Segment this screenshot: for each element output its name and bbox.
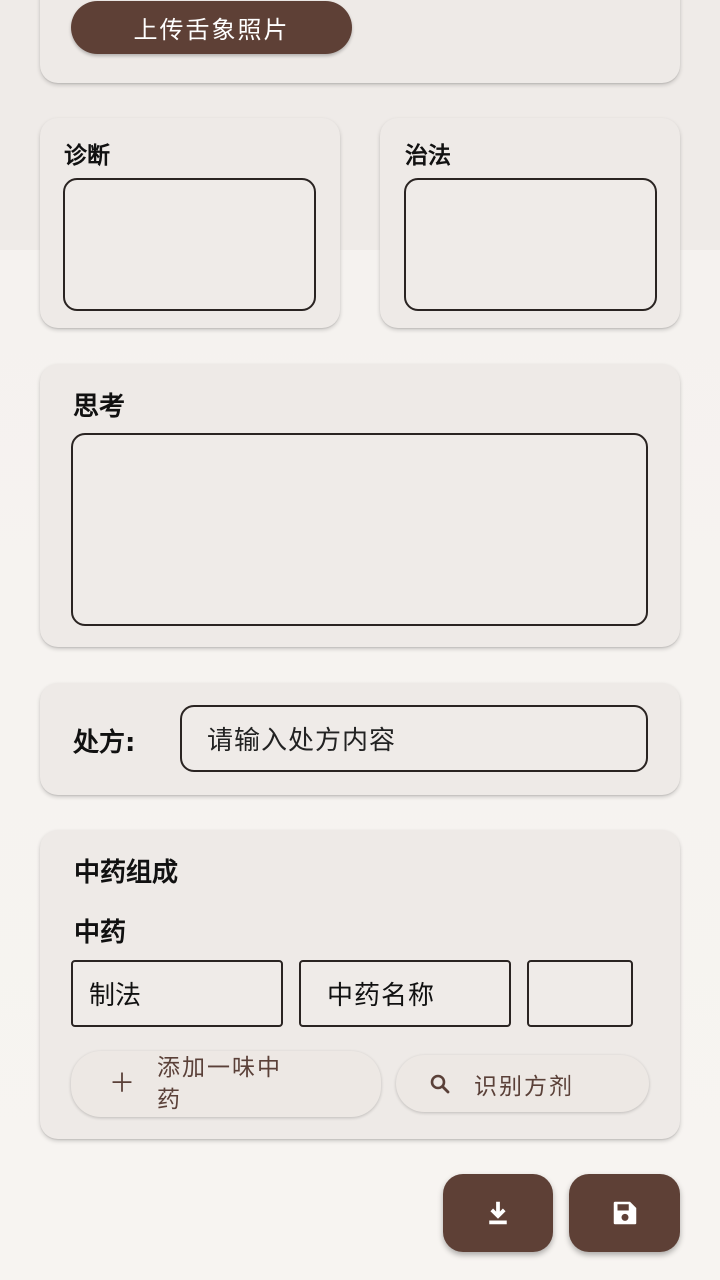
thinking-label: 思考 [73,392,126,422]
search-icon [428,1072,452,1096]
save-icon [610,1198,640,1228]
treatment-input[interactable] [404,178,657,311]
herb-dose-field[interactable] [527,960,633,1027]
add-herb-button[interactable]: ＋ 添加一味中 药 [71,1051,381,1117]
download-button[interactable] [443,1174,553,1252]
upload-tongue-photo-button[interactable]: 上传舌象照片 [71,1,352,54]
herbs-subtitle: 中药 [74,918,127,948]
treatment-label: 治法 [405,143,451,169]
prescription-placeholder: 请输入处方内容 [207,726,397,756]
thinking-input[interactable] [71,433,648,626]
herb-name-field[interactable]: 中药名称 [299,960,511,1027]
upload-button-label: 上传舌象照片 [133,16,290,44]
prescription-label: 处方: [73,728,136,758]
plus-icon: ＋ [109,1069,136,1099]
herb-method-field[interactable]: 制法 [71,960,283,1027]
prescription-input[interactable]: 请输入处方内容 [180,705,648,772]
save-button[interactable] [569,1174,680,1252]
diagnosis-input[interactable] [63,178,316,311]
identify-formula-label: 识别方剂 [474,1073,574,1100]
herbs-section-title: 中药组成 [74,858,179,888]
download-icon [483,1198,513,1228]
add-herb-label: 添加一味中 药 [157,1055,283,1113]
identify-formula-button[interactable]: 识别方剂 [396,1055,649,1112]
diagnosis-label: 诊断 [64,143,110,169]
